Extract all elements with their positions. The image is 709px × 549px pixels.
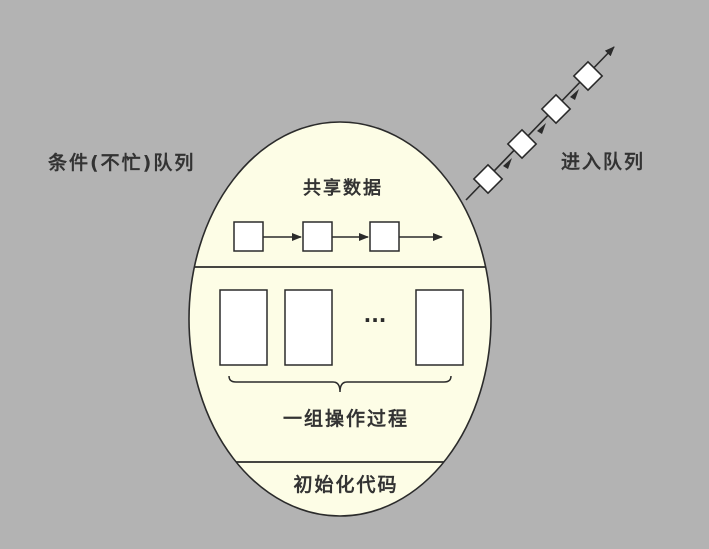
shared-data-box xyxy=(302,221,333,252)
entry-queue-label: 进入队列 xyxy=(561,150,645,173)
shared-data-box xyxy=(369,221,400,252)
entry-queue-item xyxy=(540,93,572,125)
init-code-label: 初始化代码 xyxy=(293,473,398,496)
entry-queue-item xyxy=(472,163,504,195)
diagram-canvas: 条件(不忙)队列 进入队列 共享数据 ··· 一组操作过程 初始化代码 xyxy=(48,46,645,517)
monitor-diagram: 条件(不忙)队列 进入队列 共享数据 ··· 一组操作过程 初始化代码 xyxy=(0,0,709,549)
operations-ellipsis: ··· xyxy=(364,308,387,332)
operation-box xyxy=(284,289,333,366)
entry-queue-item xyxy=(572,60,604,92)
operation-box xyxy=(219,289,268,366)
condition-queue-label: 条件(不忙)队列 xyxy=(48,151,195,174)
operations-label: 一组操作过程 xyxy=(283,407,409,430)
entry-queue-item xyxy=(506,128,538,160)
entry-queue xyxy=(465,46,615,201)
operation-box xyxy=(415,289,464,366)
shared-data-label: 共享数据 xyxy=(303,177,383,199)
shared-data-box xyxy=(233,221,264,252)
